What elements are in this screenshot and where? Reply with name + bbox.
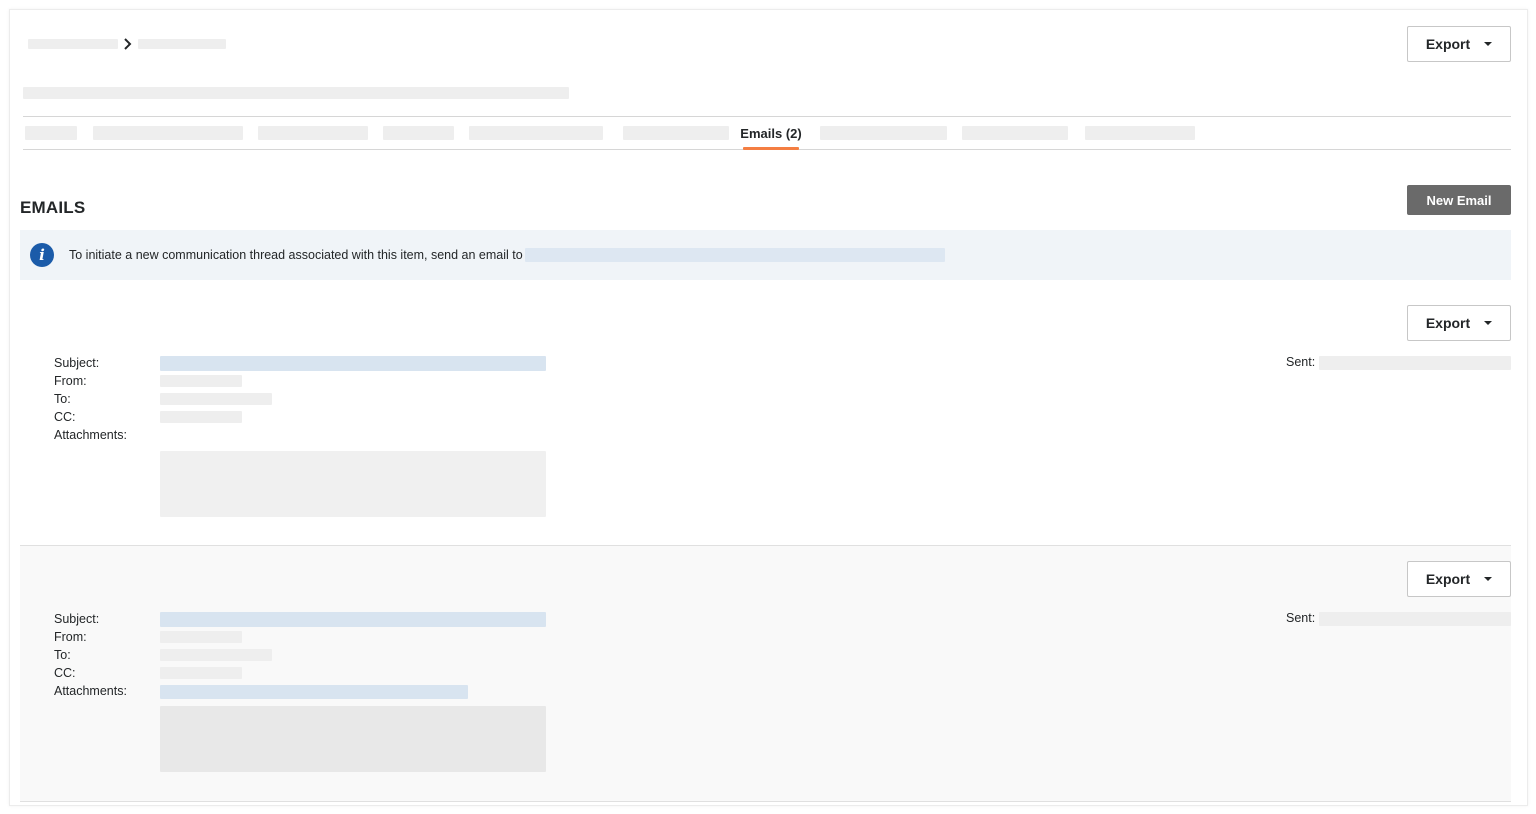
email-from-value bbox=[160, 375, 242, 387]
breadcrumb-item-project[interactable] bbox=[28, 39, 118, 49]
card-divider bbox=[20, 801, 1511, 802]
export-button-label: Export bbox=[1425, 36, 1471, 52]
tab-emails[interactable]: Emails (2) bbox=[740, 117, 801, 149]
subject-label: Subject: bbox=[54, 356, 100, 370]
sent-value bbox=[1319, 612, 1511, 626]
tab-item-2[interactable] bbox=[93, 126, 243, 140]
email-field-labels: Subject: From: To: CC: Attachments: bbox=[54, 354, 127, 444]
to-label: To: bbox=[54, 392, 71, 406]
from-label: From: bbox=[54, 630, 87, 644]
tab-bar: Emails (2) bbox=[23, 116, 1511, 150]
export-button[interactable]: Export bbox=[1407, 26, 1511, 62]
info-banner-text: To initiate a new communication thread a… bbox=[69, 248, 523, 262]
email-export-button[interactable]: Export bbox=[1407, 305, 1511, 341]
info-icon: i bbox=[30, 243, 54, 267]
export-button-label: Export bbox=[1425, 315, 1471, 331]
from-label: From: bbox=[54, 374, 87, 388]
to-label: To: bbox=[54, 648, 71, 662]
tab-item-6[interactable] bbox=[623, 126, 729, 140]
email-export-button[interactable]: Export bbox=[1407, 561, 1511, 597]
tab-item-8[interactable] bbox=[820, 126, 947, 140]
sent-value bbox=[1319, 356, 1511, 370]
attachments-label: Attachments: bbox=[54, 684, 127, 698]
tab-general[interactable] bbox=[25, 126, 77, 140]
export-button-label: Export bbox=[1425, 571, 1471, 587]
breadcrumb-item-tool[interactable] bbox=[138, 39, 226, 49]
caret-down-icon bbox=[1484, 42, 1493, 46]
attachments-label: Attachments: bbox=[54, 428, 127, 442]
email-subject-value bbox=[160, 356, 546, 371]
chevron-right-icon bbox=[118, 37, 138, 51]
email-card: Export Subject: From: To: CC: Attachment… bbox=[20, 546, 1511, 802]
new-email-button[interactable]: New Email bbox=[1407, 185, 1511, 215]
email-from-value bbox=[160, 631, 242, 643]
breadcrumb bbox=[28, 38, 226, 50]
email-cc-value bbox=[160, 667, 242, 679]
email-to-value bbox=[160, 649, 272, 661]
tab-item-10[interactable] bbox=[1085, 126, 1195, 140]
info-banner: i To initiate a new communication thread… bbox=[20, 230, 1511, 280]
cc-label: CC: bbox=[54, 666, 76, 680]
subject-label: Subject: bbox=[54, 612, 100, 626]
cc-label: CC: bbox=[54, 410, 76, 424]
info-banner-email-link[interactable] bbox=[524, 248, 945, 262]
email-field-labels: Subject: From: To: CC: Attachments: bbox=[54, 610, 127, 700]
tab-item-9[interactable] bbox=[962, 126, 1068, 140]
section-title: EMAILS bbox=[20, 198, 86, 217]
tab-item-3[interactable] bbox=[258, 126, 368, 140]
sent-label: Sent: bbox=[1286, 355, 1316, 369]
sent-label: Sent: bbox=[1286, 611, 1316, 625]
email-to-value bbox=[160, 393, 272, 405]
email-body bbox=[160, 451, 546, 517]
email-attachment-link[interactable] bbox=[160, 685, 468, 699]
active-tab-indicator bbox=[743, 147, 799, 150]
email-card: Export Subject: From: To: CC: Attachment… bbox=[20, 290, 1511, 546]
tab-item-5[interactable] bbox=[469, 126, 603, 140]
caret-down-icon bbox=[1484, 577, 1493, 581]
page-title bbox=[23, 87, 569, 99]
page-frame: Export Emails (2) EMAILS New Email i To … bbox=[9, 9, 1528, 806]
email-body bbox=[160, 706, 546, 772]
tab-item-4[interactable] bbox=[383, 126, 454, 140]
email-subject-value bbox=[160, 612, 546, 627]
email-cc-value bbox=[160, 411, 242, 423]
caret-down-icon bbox=[1484, 321, 1493, 325]
